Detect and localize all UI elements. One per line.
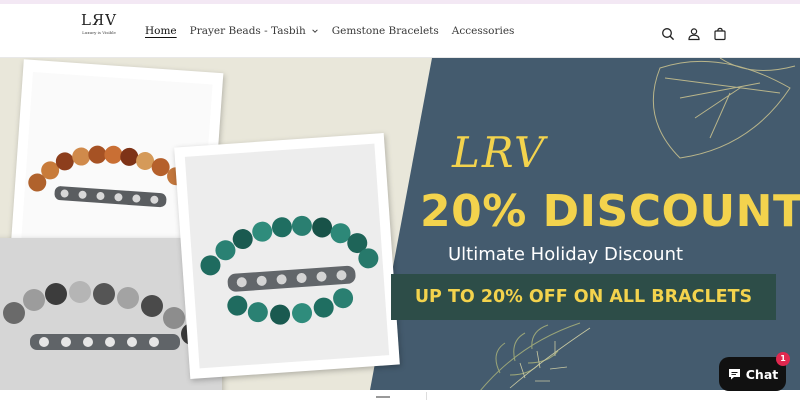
chat-notification-badge: 1: [776, 352, 790, 366]
account-icon[interactable]: [685, 25, 703, 43]
hero-brand-script: LRV: [452, 128, 547, 177]
logo-mark: LЯV: [81, 11, 117, 29]
main-nav: Home Prayer Beads - Tasbih Gemstone Brac…: [145, 22, 527, 40]
hero-headline: 20% DISCOUNT: [420, 186, 800, 237]
nav-item-prayer-beads[interactable]: Prayer Beads - Tasbih: [190, 25, 319, 37]
nav-item-home[interactable]: Home: [145, 25, 177, 37]
search-icon[interactable]: [659, 25, 677, 43]
chat-label: Chat: [745, 366, 779, 382]
nav-item-prayer-beads-label: Prayer Beads - Tasbih: [189, 25, 306, 37]
logo-tagline: Luxury is Visible: [82, 30, 116, 35]
nav-item-gemstone-bracelets[interactable]: Gemstone Bracelets: [332, 25, 439, 37]
hero-banner[interactable]: LRV 20% DISCOUNT Ultimate Holiday Discou…: [0, 58, 800, 390]
product-photo-green-bracelet: [174, 132, 400, 380]
site-header: LЯV Luxury is Visible Home Prayer Beads …: [0, 4, 800, 58]
logo[interactable]: LЯV Luxury is Visible: [80, 12, 118, 42]
chat-bubble-icon: [728, 369, 740, 380]
leaf-decoration-icon: [652, 58, 796, 159]
divider: [426, 392, 427, 400]
partial-heading-mark: [376, 396, 390, 399]
header-icons: [659, 25, 737, 43]
leaf-decoration-icon: [509, 327, 591, 389]
cart-icon[interactable]: [711, 25, 729, 43]
hero-offer-band: UP TO 20% OFF ON ALL BRACLETS: [391, 274, 776, 320]
chevron-down-icon: [311, 29, 318, 33]
hero-offer-text: UP TO 20% OFF ON ALL BRACLETS: [414, 287, 753, 307]
content-below-hero: [0, 390, 800, 400]
hero-subheadline: Ultimate Holiday Discount: [448, 244, 684, 265]
nav-item-accessories[interactable]: Accessories: [452, 25, 515, 37]
